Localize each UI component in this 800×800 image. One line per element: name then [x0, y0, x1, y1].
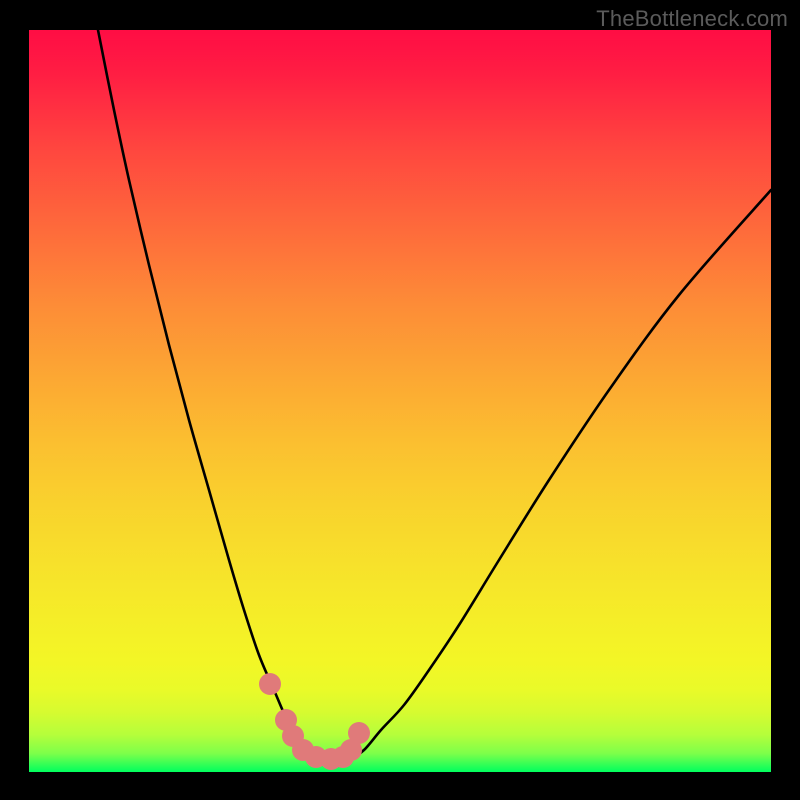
- watermark-text: TheBottleneck.com: [596, 6, 788, 32]
- plot-area: [29, 30, 771, 772]
- heatmap-gradient: [29, 30, 771, 772]
